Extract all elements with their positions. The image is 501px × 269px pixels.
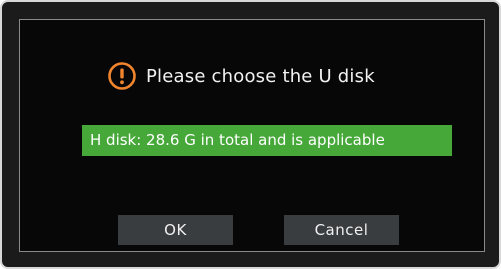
disk-list-item[interactable]: H disk: 28.6 G in total and is applicabl… [82,125,452,156]
cancel-button[interactable]: Cancel [284,215,399,245]
dialog-header: Please choose the U disk [107,58,375,94]
u-disk-dialog: Please choose the U disk H disk: 28.6 G … [0,0,501,269]
dialog-title: Please choose the U disk [146,65,375,87]
dialog-body: Please choose the U disk H disk: 28.6 G … [19,19,485,252]
exclamation-circle-icon [108,62,136,90]
ok-button[interactable]: OK [118,215,233,245]
